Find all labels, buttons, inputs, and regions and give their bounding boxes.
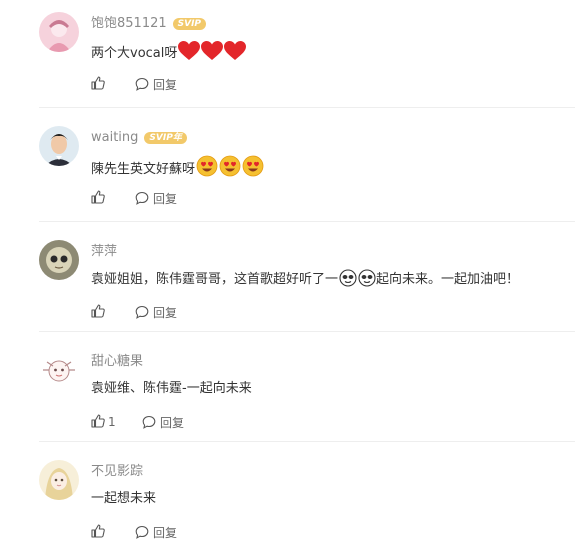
- avatar[interactable]: [39, 240, 79, 280]
- username[interactable]: 萍萍: [91, 243, 117, 261]
- comment-text: 袁娅姐姐，陈伟霆哥哥，这首歌超好听了一 起向未来。一起加油吧！: [91, 269, 519, 294]
- thumbs-up-icon: [91, 76, 105, 90]
- cool-emoji-icon: [358, 269, 376, 294]
- reply-button[interactable]: 回复: [135, 524, 177, 541]
- username[interactable]: 饱饱851121 SVIP: [91, 15, 207, 33]
- divider: [39, 331, 575, 332]
- username-text[interactable]: 饱饱851121: [91, 16, 167, 31]
- reply-bubble-icon: [135, 305, 149, 319]
- reply-button[interactable]: 回复: [135, 190, 177, 207]
- reply-label: 回复: [153, 306, 178, 320]
- heart-icon: [201, 41, 224, 68]
- divider: [39, 107, 575, 108]
- like-button[interactable]: [91, 304, 108, 319]
- reply-button[interactable]: 回复: [135, 76, 177, 93]
- reply-bubble-icon: [142, 415, 156, 429]
- reply-bubble-icon: [135, 77, 149, 91]
- heart-icon: [224, 41, 247, 68]
- reply-button[interactable]: 回复: [142, 414, 184, 431]
- like-button[interactable]: [91, 76, 108, 91]
- thumbs-up-icon: [91, 304, 105, 318]
- cool-emoji-icon: [339, 269, 357, 294]
- comment-text: 一起想未来: [91, 489, 156, 509]
- comment-body: 陳先生英文好蘇呀: [91, 162, 196, 177]
- divider: [39, 221, 575, 222]
- heart-icon: [178, 41, 201, 68]
- username-text[interactable]: waiting: [91, 130, 138, 145]
- comment-body-continued: 起向未来。一起加油吧！: [376, 272, 520, 287]
- username-text[interactable]: 甜心糖果: [91, 354, 143, 369]
- avatar[interactable]: [39, 350, 79, 390]
- reply-label: 回复: [153, 526, 178, 540]
- avatar[interactable]: [39, 126, 79, 166]
- comment-text: 两个大vocal呀: [91, 41, 247, 68]
- heart-eyes-emoji-icon: [196, 155, 218, 184]
- like-count: 1: [108, 415, 116, 429]
- thumbs-up-icon: [91, 414, 105, 428]
- like-button[interactable]: [91, 524, 108, 539]
- reply-button[interactable]: 回复: [135, 304, 177, 321]
- comment-text: 袁娅维、陈伟霆-一起向未来: [91, 379, 252, 399]
- avatar[interactable]: [39, 12, 79, 52]
- comment-text: 陳先生英文好蘇呀: [91, 155, 264, 184]
- like-button[interactable]: [91, 190, 108, 205]
- reply-label: 回复: [153, 78, 178, 92]
- comment-body: 袁娅维、陈伟霆-一起向未来: [91, 381, 252, 396]
- thumbs-up-icon: [91, 190, 105, 204]
- username-text[interactable]: 萍萍: [91, 244, 117, 259]
- thumbs-up-icon: [91, 524, 105, 538]
- comment-body: 两个大vocal呀: [91, 46, 178, 61]
- like-button[interactable]: 1: [91, 414, 116, 429]
- heart-eyes-emoji-icon: [219, 155, 241, 184]
- reply-bubble-icon: [135, 525, 149, 539]
- vip-badge: SVIP: [172, 18, 207, 30]
- comment-body: 一起想未来: [91, 491, 157, 506]
- username[interactable]: 甜心糖果: [91, 353, 143, 371]
- reply-bubble-icon: [135, 191, 149, 205]
- divider: [39, 441, 575, 442]
- vip-badge: SVIP年: [144, 132, 187, 144]
- comment-body: 袁娅姐姐，陈伟霆哥哥，这首歌超好听了一: [91, 272, 339, 287]
- avatar[interactable]: [39, 460, 79, 500]
- heart-eyes-emoji-icon: [242, 155, 264, 184]
- reply-label: 回复: [153, 192, 178, 206]
- reply-label: 回复: [160, 416, 185, 430]
- username-text[interactable]: 不见影踪: [91, 464, 143, 479]
- username[interactable]: 不见影踪: [91, 463, 143, 481]
- username[interactable]: waiting SVIP年: [91, 129, 187, 147]
